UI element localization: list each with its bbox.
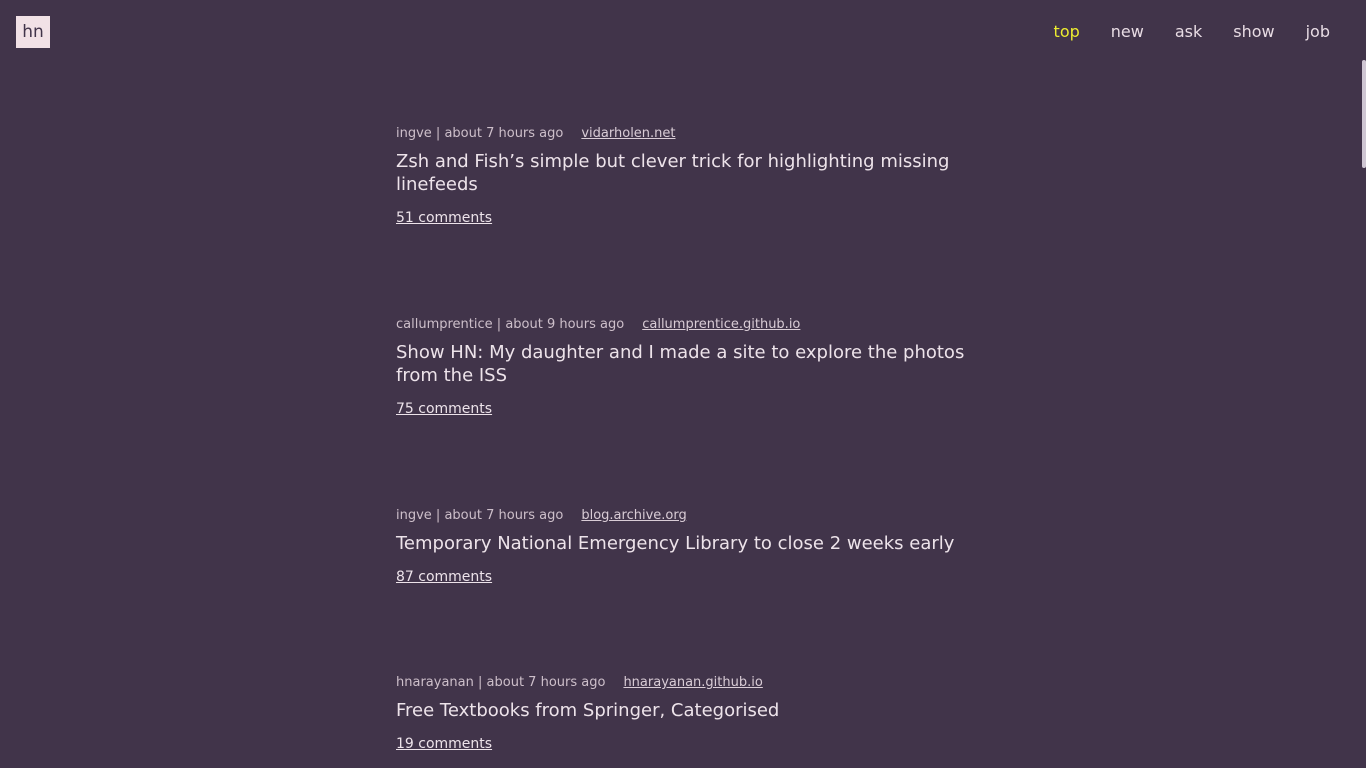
story-title[interactable]: Show HN: My daughter and I made a site t… xyxy=(396,341,976,387)
main-nav: top new ask show job xyxy=(1023,21,1330,43)
story-author[interactable]: hnarayanan xyxy=(396,675,474,690)
story-domain-link[interactable]: vidarholen.net xyxy=(581,126,675,141)
story-meta: hnarayanan | about 7 hours ago hnarayanan… xyxy=(396,675,763,690)
story-author[interactable]: ingve xyxy=(396,508,432,523)
nav-item-job[interactable]: job xyxy=(1306,21,1330,43)
story-comments-link[interactable]: 75 comments xyxy=(396,400,492,418)
story-item: callumprentice | about 9 hours ago callum… xyxy=(396,316,976,418)
story-title[interactable]: Free Textbooks from Springer, Categorise… xyxy=(396,699,976,722)
story-item: ingve | about 7 hours ago blog.archive.or… xyxy=(396,507,976,586)
story-time: about 7 hours ago xyxy=(444,508,564,523)
story-meta: ingve | about 7 hours ago vidarholen.net xyxy=(396,126,676,141)
nav-item-ask[interactable]: ask xyxy=(1175,21,1202,43)
hn-logo-link[interactable]: hn xyxy=(16,16,50,48)
story-comments-link[interactable]: 19 comments xyxy=(396,735,492,753)
story-domain-link[interactable]: blog.archive.org xyxy=(581,508,686,523)
story-meta: callumprentice | about 9 hours ago callum… xyxy=(396,317,801,332)
story-meta: ingve | about 7 hours ago blog.archive.or… xyxy=(396,508,687,523)
story-domain-link[interactable]: callumprentice.github.io xyxy=(642,317,800,332)
story-time: about 9 hours ago xyxy=(505,317,625,332)
story-item: hnarayanan | about 7 hours ago hnarayanan… xyxy=(396,674,976,753)
nav-item-top[interactable]: top xyxy=(1054,21,1080,43)
nav-item-show[interactable]: show xyxy=(1233,21,1274,43)
story-comments-link[interactable]: 87 comments xyxy=(396,568,492,586)
story-title[interactable]: Zsh and Fish’s simple but clever trick f… xyxy=(396,150,976,196)
story-item: ingve | about 7 hours ago vidarholen.net … xyxy=(396,125,976,227)
page: hn top new ask show job ingve | about 7 … xyxy=(0,0,1366,768)
story-author[interactable]: callumprentice xyxy=(396,317,493,332)
story-author[interactable]: ingve xyxy=(396,126,432,141)
story-time: about 7 hours ago xyxy=(444,126,564,141)
story-title[interactable]: Temporary National Emergency Library to … xyxy=(396,532,976,555)
scrollbar-thumb[interactable] xyxy=(1362,60,1366,168)
story-time: about 7 hours ago xyxy=(486,675,606,690)
story-domain-link[interactable]: hnarayanan.github.io xyxy=(623,675,762,690)
story-comments-link[interactable]: 51 comments xyxy=(396,209,492,227)
nav-item-new[interactable]: new xyxy=(1111,21,1144,43)
